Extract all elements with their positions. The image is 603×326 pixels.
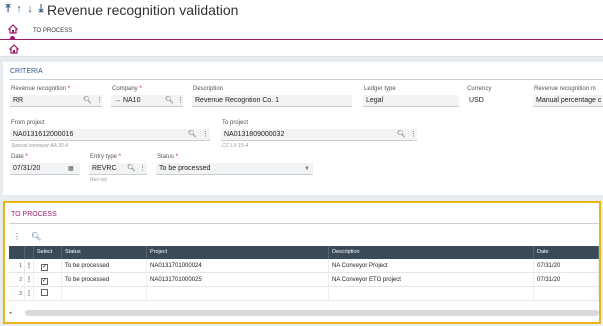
table-row[interactable]: 1 ⋮ ✓ To be processed NA0131701000024 NA… [9, 259, 599, 273]
project-cell [147, 287, 329, 300]
to-project-description: CC LX 15-4 [222, 143, 249, 149]
grid-toolbar: ⋮ 🔍︎ [13, 232, 41, 241]
process-grid: Select Status Project Description Date 1… [9, 246, 599, 301]
revenue-recognition-label: Revenue recognition * [11, 86, 71, 92]
home-section-link[interactable] [9, 44, 19, 54]
search-icon[interactable]: 🔍︎ [83, 95, 92, 106]
currency-value: USD [469, 97, 484, 104]
row-menu-icon[interactable]: ⋮ [25, 287, 34, 300]
entry-type-label: Entry type * [90, 154, 122, 160]
date-label: Date * [11, 154, 28, 160]
search-icon[interactable]: 🔍︎ [165, 95, 174, 106]
previous-record-icon[interactable]: ↑ [15, 3, 23, 15]
search-icon[interactable]: 🔍︎ [397, 129, 406, 140]
more-options-icon[interactable]: ⋮ [410, 129, 417, 140]
search-icon[interactable]: 🔍︎ [31, 232, 41, 241]
revenue-recognition-field[interactable]: RR 🔍︎ ⋮ [10, 95, 102, 107]
description-cell: NA Conveyor ETO project [329, 273, 534, 286]
page-title: Revenue recognition validation [47, 2, 239, 18]
last-record-icon[interactable]: ⤓ [37, 3, 45, 15]
grid-header: Select Status Project Description Date [9, 246, 599, 259]
select-column-header[interactable]: Select [34, 246, 62, 259]
to-project-label: To project [222, 120, 249, 126]
description-label: Description [193, 86, 224, 92]
row-number: 3 [9, 287, 25, 300]
description-cell [329, 287, 534, 300]
divider [9, 79, 603, 80]
revenue-method-label: Revenue recognition m [534, 86, 596, 92]
link-arrow-icon[interactable]: → [114, 97, 121, 104]
row-number-header [9, 246, 25, 259]
chevron-down-icon[interactable]: ▼ [304, 163, 310, 174]
to-project-field[interactable]: NA0131809000032 🔍︎ ⋮ [221, 129, 417, 141]
status-label: Status * [157, 154, 179, 160]
row-menu-icon[interactable]: ⋮ [25, 259, 34, 272]
project-column-header[interactable]: Project [147, 246, 329, 259]
section-nav [0, 40, 603, 57]
select-checkbox[interactable]: ✓ [41, 264, 48, 271]
date-cell: 07/31/20 [534, 273, 599, 286]
more-options-icon[interactable]: ⋮ [177, 95, 183, 106]
currency-label: Currency [467, 86, 492, 92]
status-cell: To be processed [62, 259, 147, 272]
project-cell: NA0131701000024 [147, 259, 329, 272]
from-project-description: Special conveyor AA 30.4 [11, 143, 68, 149]
next-record-icon[interactable]: ↓ [26, 3, 34, 15]
ledger-type-label: Ledger type [364, 86, 396, 92]
status-cell [62, 287, 147, 300]
entry-type-description: Rev rec [90, 177, 108, 183]
row-number: 1 [9, 259, 25, 272]
description-field: Revenue Recogntion Co. 1 [192, 95, 352, 107]
description-cell: NA Conveyor Project [329, 259, 534, 272]
status-column-header[interactable]: Status [62, 246, 147, 259]
from-project-label: From project [11, 120, 45, 126]
status-select[interactable]: To be processed ▼ [156, 163, 313, 175]
from-project-field[interactable]: NA0131612000016 🔍︎ ⋮ [10, 129, 210, 141]
row-number: 2 [9, 273, 25, 286]
horizontal-scrollbar[interactable] [25, 310, 599, 316]
company-field[interactable]: → NA10 🔍︎ ⋮ [111, 95, 183, 107]
to-process-title: TO PROCESS [11, 211, 57, 218]
to-process-section: TO PROCESS ⋮ 🔍︎ Select Status Project De… [3, 201, 601, 324]
table-row[interactable]: 3 ⋮ [9, 287, 599, 301]
entry-type-field[interactable]: REVRC 🔍︎ ⋮ [89, 163, 147, 175]
project-cell: NA0131701000025 [147, 273, 329, 286]
company-label: Company * [112, 86, 142, 92]
select-checkbox[interactable] [41, 289, 48, 296]
first-record-icon[interactable]: ⤒ [4, 3, 12, 15]
row-action-header [25, 246, 34, 259]
date-column-header[interactable]: Date [534, 246, 599, 259]
select-cell: ✓ [34, 259, 62, 272]
more-options-icon[interactable]: ⋮ [96, 95, 102, 106]
more-options-icon[interactable]: ⋮ [139, 163, 146, 174]
select-cell: ✓ [34, 273, 62, 286]
status-cell: To be processed [62, 273, 147, 286]
tab-to-process[interactable]: TO PROCESS [33, 28, 72, 34]
more-options-icon[interactable]: ⋮ [202, 129, 209, 140]
date-cell [534, 287, 599, 300]
criteria-title: CRITERIA [10, 68, 43, 75]
search-icon[interactable]: 🔍︎ [127, 163, 136, 174]
home-icon [8, 24, 18, 34]
criteria-section: CRITERIA Revenue recognition * RR 🔍︎ ⋮ C… [3, 62, 603, 195]
revenue-method-field: Manual percentage c [533, 95, 603, 107]
date-cell: 07/31/20 [534, 259, 599, 272]
row-menu-icon[interactable]: ⋮ [25, 273, 34, 286]
title-bar: ⤒ ↑ ↓ ⤓ Revenue recognition validation [0, 0, 603, 22]
ledger-type-field: Legal [363, 95, 459, 107]
search-icon[interactable]: 🔍︎ [188, 129, 197, 140]
description-column-header[interactable]: Description [329, 246, 534, 259]
table-row[interactable]: 2 ⋮ ✓ To be processed NA0131701000025 NA… [9, 273, 599, 287]
grid-menu-icon[interactable]: ⋮ [13, 232, 21, 241]
select-checkbox[interactable]: ✓ [41, 278, 48, 285]
date-field[interactable]: 07/31/20 ▦ [10, 163, 80, 175]
home-icon [9, 44, 19, 54]
scroll-left-icon[interactable]: ◂ [9, 310, 12, 316]
divider [9, 223, 599, 224]
select-cell [34, 287, 62, 300]
home-tab[interactable] [8, 24, 18, 34]
calendar-icon[interactable]: ▦ [68, 163, 74, 174]
tab-strip: TO PROCESS [0, 22, 603, 41]
record-navigation: ⤒ ↑ ↓ ⤓ [4, 3, 45, 15]
